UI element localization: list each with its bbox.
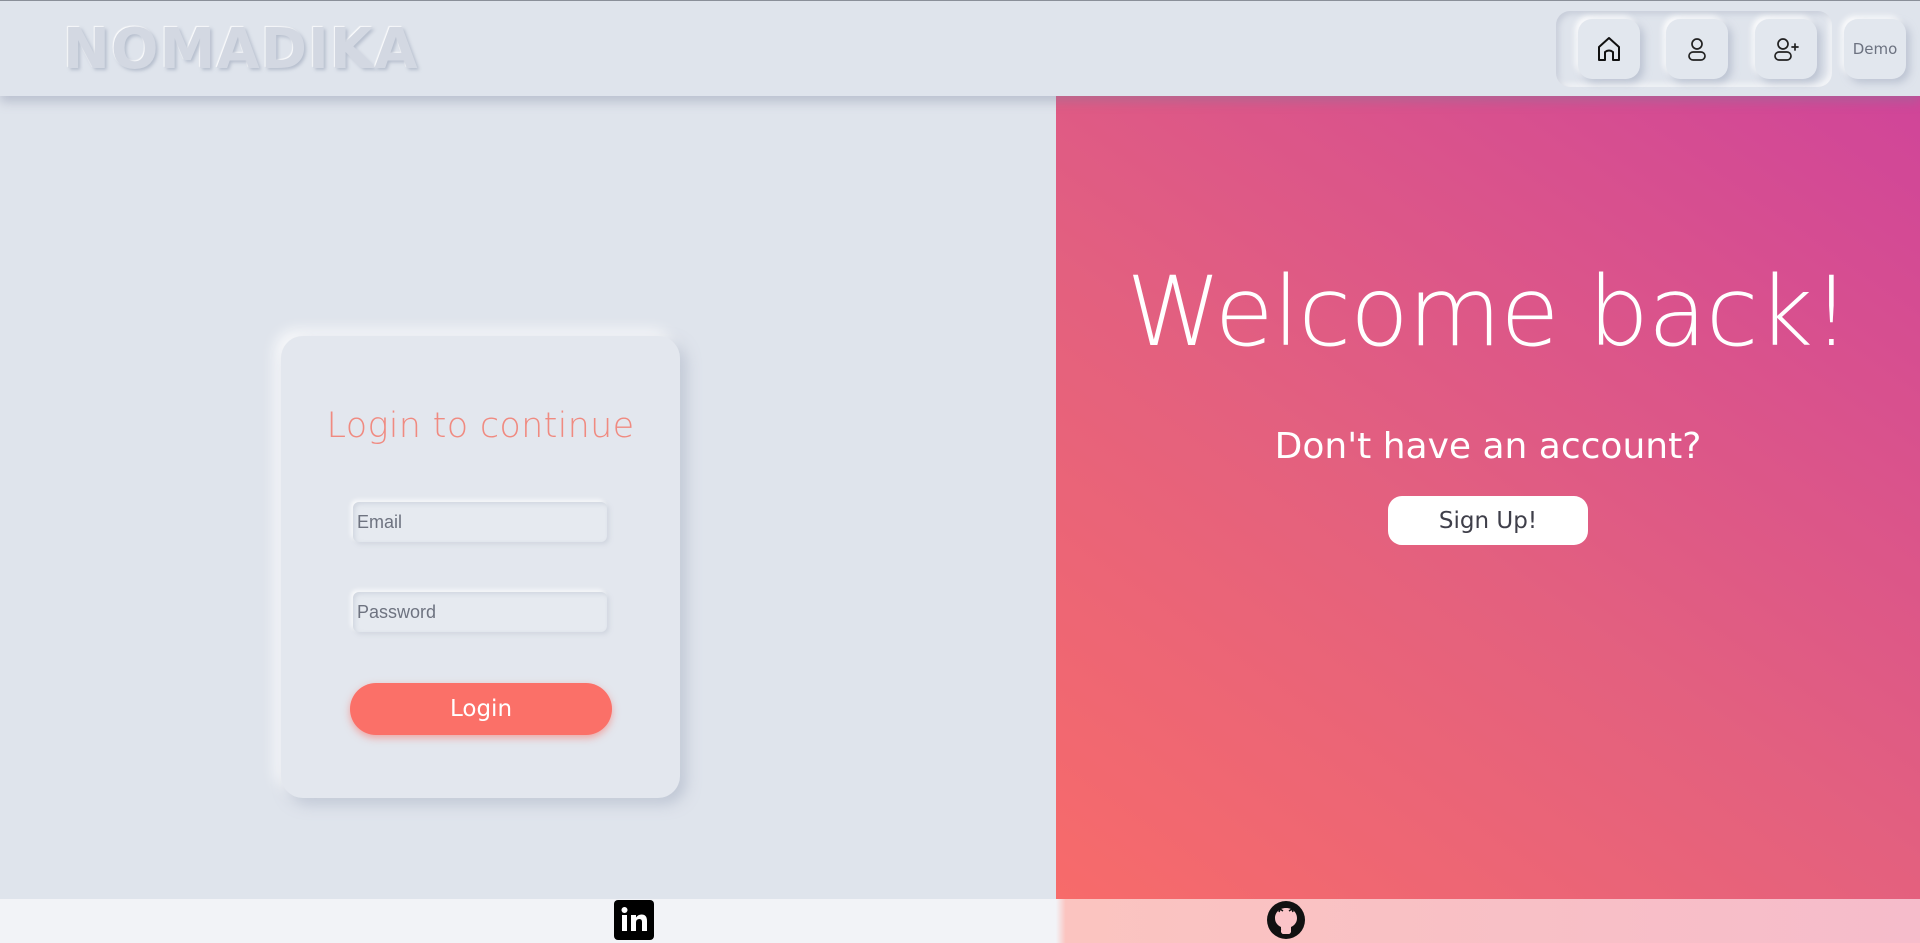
profile-button[interactable] [1666, 19, 1728, 79]
home-button[interactable] [1578, 19, 1640, 79]
email-input[interactable] [353, 502, 607, 542]
top-navbar: NOMADIKA Demo [0, 0, 1920, 96]
login-title: Login to continue [326, 406, 635, 446]
signup-prompt: Don't have an account? [1274, 426, 1702, 467]
footer [0, 899, 1920, 943]
github-icon [1267, 901, 1305, 939]
user-icon [1688, 38, 1706, 61]
demo-button[interactable]: Demo [1844, 19, 1906, 79]
welcome-panel: Welcome back! Don't have an account? Sig… [1056, 96, 1920, 899]
user-plus-icon [1774, 38, 1799, 61]
add-user-button[interactable] [1755, 19, 1817, 79]
login-card: Login to continue Login [281, 336, 680, 798]
password-input[interactable] [353, 592, 607, 632]
login-button[interactable]: Login [350, 683, 612, 735]
login-panel: Login to continue Login [0, 96, 1056, 899]
welcome-heading: Welcome back! [1126, 256, 1850, 368]
home-icon [1598, 37, 1620, 61]
signup-button[interactable]: Sign Up! [1388, 496, 1588, 545]
github-link[interactable] [1266, 900, 1306, 940]
brand-logo[interactable]: NOMADIKA [63, 17, 419, 82]
linkedin-icon [614, 900, 654, 940]
linkedin-link[interactable] [614, 900, 654, 940]
